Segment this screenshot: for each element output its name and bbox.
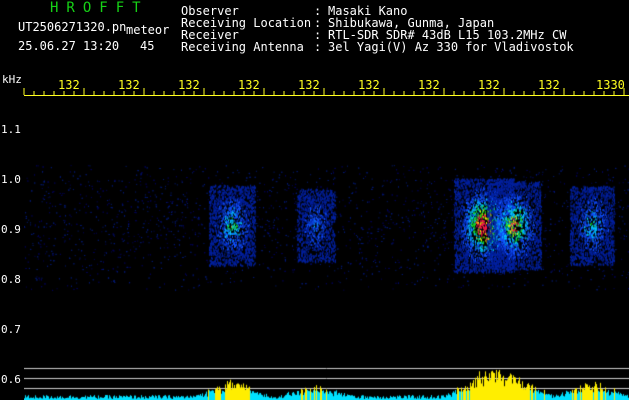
mode-label: meteor: [126, 23, 170, 37]
spectrogram-plot: [24, 96, 629, 400]
freq-tick-label: 1.0: [1, 173, 21, 186]
event-count: 45: [140, 39, 155, 53]
file-name: UT2506271320.pn: [18, 20, 127, 34]
freq-tick-label: 1.1: [1, 123, 21, 136]
freq-tick-label: 0.8: [1, 273, 21, 286]
antenna-label: Receiving Antenna: [181, 40, 304, 54]
date-time: 25.06.27 13:20: [18, 39, 120, 53]
app-brand-title: HROFFT: [50, 0, 149, 16]
antenna-value: 3el Yagi(V) Az 330 for Vladivostok: [328, 40, 574, 54]
freq-tick-label: 0.7: [1, 323, 21, 336]
freq-tick-label: 0.6: [1, 373, 21, 386]
frequency-unit-label: kHz: [2, 73, 22, 86]
freq-tick-label: 0.9: [1, 223, 21, 236]
antenna-separator: :: [314, 40, 322, 54]
time-axis-ticks: [23, 88, 629, 96]
